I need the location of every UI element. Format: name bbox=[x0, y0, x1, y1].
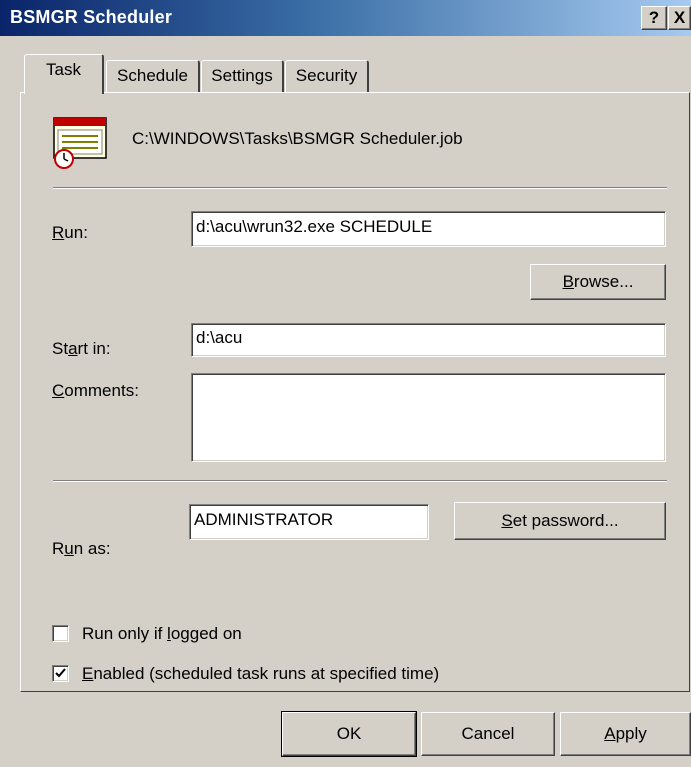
browse-button[interactable]: Browse... bbox=[530, 264, 666, 300]
start-in-field[interactable]: d:\acu bbox=[191, 323, 666, 357]
help-button[interactable]: ? bbox=[641, 6, 667, 30]
cancel-button[interactable]: Cancel bbox=[421, 712, 555, 756]
enabled-label: Enabled (scheduled task runs at specifie… bbox=[82, 664, 440, 683]
start-in-label: Start in: bbox=[52, 339, 111, 358]
tab-schedule[interactable]: Schedule bbox=[106, 60, 200, 94]
tab-settings[interactable]: Settings bbox=[201, 60, 284, 94]
tab-task[interactable]: Task bbox=[24, 54, 104, 94]
apply-button[interactable]: Apply bbox=[560, 712, 691, 756]
job-file-path: C:\WINDOWS\Tasks\BSMGR Scheduler.job bbox=[132, 129, 463, 148]
separator bbox=[53, 187, 667, 189]
set-password-button[interactable]: Set password... bbox=[454, 502, 666, 540]
comments-field[interactable] bbox=[191, 373, 666, 462]
task-panel: C:\WINDOWS\Tasks\BSMGR Scheduler.job Run… bbox=[20, 92, 690, 692]
scheduled-task-icon bbox=[53, 117, 109, 174]
run-field[interactable]: d:\acu\wrun32.exe SCHEDULE bbox=[191, 211, 666, 247]
title-bar[interactable]: BSMGR Scheduler ? X bbox=[0, 0, 691, 36]
run-only-logged-on-label: Run only if logged on bbox=[82, 624, 242, 643]
run-only-logged-on-checkbox[interactable] bbox=[52, 625, 69, 642]
run-label: Run: bbox=[52, 223, 88, 242]
ok-button[interactable]: OK bbox=[281, 711, 417, 757]
separator bbox=[53, 480, 667, 482]
tab-security[interactable]: Security bbox=[285, 60, 369, 94]
run-as-field[interactable]: ADMINISTRATOR bbox=[189, 504, 429, 540]
close-button[interactable]: X bbox=[668, 6, 691, 30]
run-as-label: Run as: bbox=[52, 539, 111, 558]
enabled-checkbox[interactable] bbox=[52, 665, 69, 682]
checkmark-icon bbox=[55, 668, 66, 678]
window-title: BSMGR Scheduler bbox=[10, 7, 173, 27]
comments-label: Comments: bbox=[52, 381, 139, 400]
